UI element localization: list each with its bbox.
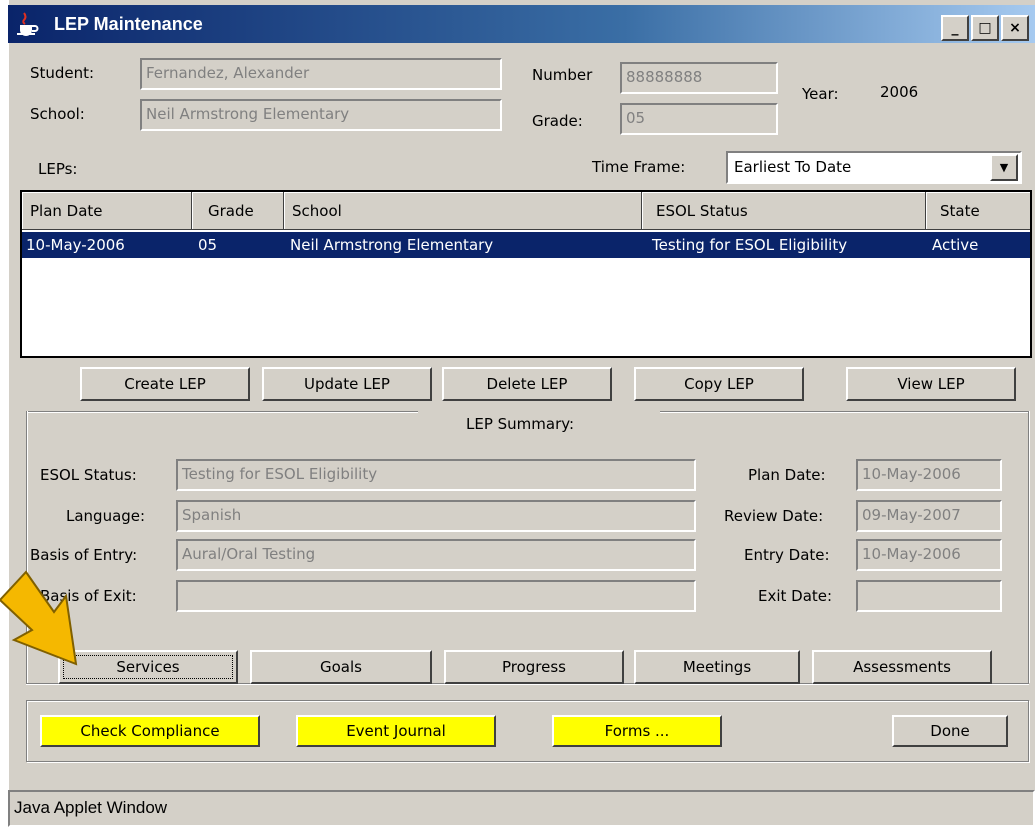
- lep-table: Plan Date Grade School ESOL Status State…: [20, 190, 1032, 358]
- school-label: School:: [30, 105, 85, 123]
- cell-esol-status: Testing for ESOL Eligibility: [652, 236, 848, 254]
- column-header-plan-date[interactable]: Plan Date: [22, 192, 192, 230]
- column-header-esol-status[interactable]: ESOL Status: [642, 192, 926, 230]
- forms-button[interactable]: Forms ...: [552, 715, 722, 747]
- meetings-button[interactable]: Meetings: [634, 650, 800, 684]
- update-lep-button[interactable]: Update LEP: [262, 367, 432, 401]
- title-bar[interactable]: LEP Maintenance _ □ ×: [8, 5, 1035, 43]
- plan-date-field: 10-May-2006: [856, 459, 1002, 491]
- progress-button[interactable]: Progress: [444, 650, 624, 684]
- view-lep-button[interactable]: View LEP: [846, 367, 1016, 401]
- entry-date-field: 10-May-2006: [856, 539, 1002, 571]
- check-compliance-button[interactable]: Check Compliance: [40, 715, 260, 747]
- cell-grade: 05: [198, 236, 218, 254]
- close-button[interactable]: ×: [1001, 15, 1029, 41]
- done-button[interactable]: Done: [892, 715, 1008, 747]
- entry-date-label: Entry Date:: [744, 546, 830, 564]
- assessments-button[interactable]: Assessments: [812, 650, 992, 684]
- exit-date-label: Exit Date:: [758, 587, 833, 605]
- cell-plan-date: 10-May-2006: [26, 236, 125, 254]
- time-frame-select[interactable]: Earliest To Date ▼: [726, 151, 1022, 184]
- summary-title: LEP Summary:: [466, 415, 575, 433]
- summary-border-right: [1028, 411, 1029, 683]
- time-frame-label: Time Frame:: [592, 158, 686, 176]
- number-field: 88888888: [620, 62, 778, 94]
- java-cup-icon: [17, 12, 39, 36]
- review-date-field: 09-May-2007: [856, 500, 1002, 532]
- grade-label: Grade:: [532, 112, 583, 130]
- number-label: Number: [532, 66, 593, 84]
- review-date-label: Review Date:: [724, 507, 824, 525]
- basis-of-exit-field: [176, 580, 696, 612]
- cell-state: Active: [932, 236, 979, 254]
- goals-button[interactable]: Goals: [250, 650, 432, 684]
- chevron-down-icon[interactable]: ▼: [990, 154, 1018, 181]
- exit-date-field: [856, 580, 1002, 612]
- esol-status-field: Testing for ESOL Eligibility: [176, 459, 696, 491]
- leps-label: LEPs:: [38, 160, 78, 178]
- arrow-pointer-icon: [0, 570, 78, 666]
- year-value: 2006: [880, 83, 919, 101]
- copy-lep-button[interactable]: Copy LEP: [634, 367, 804, 401]
- delete-lep-button[interactable]: Delete LEP: [442, 367, 612, 401]
- language-label: Language:: [66, 507, 146, 525]
- student-label: Student:: [30, 64, 95, 82]
- status-bar: Java Applet Window: [8, 790, 1035, 827]
- maximize-button[interactable]: □: [971, 15, 999, 41]
- summary-border-top-left: [26, 411, 418, 412]
- column-header-state[interactable]: State: [926, 192, 1030, 230]
- language-field: Spanish: [176, 500, 696, 532]
- column-header-school[interactable]: School: [284, 192, 642, 230]
- year-label: Year:: [802, 85, 839, 103]
- minimize-button[interactable]: _: [941, 15, 969, 41]
- cell-school: Neil Armstrong Elementary: [290, 236, 494, 254]
- time-frame-value: Earliest To Date: [734, 158, 852, 176]
- create-lep-button[interactable]: Create LEP: [80, 367, 250, 401]
- student-field: Fernandez, Alexander: [140, 58, 502, 90]
- grade-field: 05: [620, 103, 778, 135]
- table-row[interactable]: 10-May-2006 05 Neil Armstrong Elementary…: [22, 232, 1030, 258]
- summary-border-top-right: [660, 411, 1030, 412]
- event-journal-button[interactable]: Event Journal: [296, 715, 496, 747]
- window-title: LEP Maintenance: [54, 14, 203, 34]
- school-field: Neil Armstrong Elementary: [140, 99, 502, 131]
- esol-status-label: ESOL Status:: [40, 466, 137, 484]
- plan-date-label: Plan Date:: [748, 466, 826, 484]
- column-header-grade[interactable]: Grade: [192, 192, 284, 230]
- basis-of-entry-field: Aural/Oral Testing: [176, 539, 696, 571]
